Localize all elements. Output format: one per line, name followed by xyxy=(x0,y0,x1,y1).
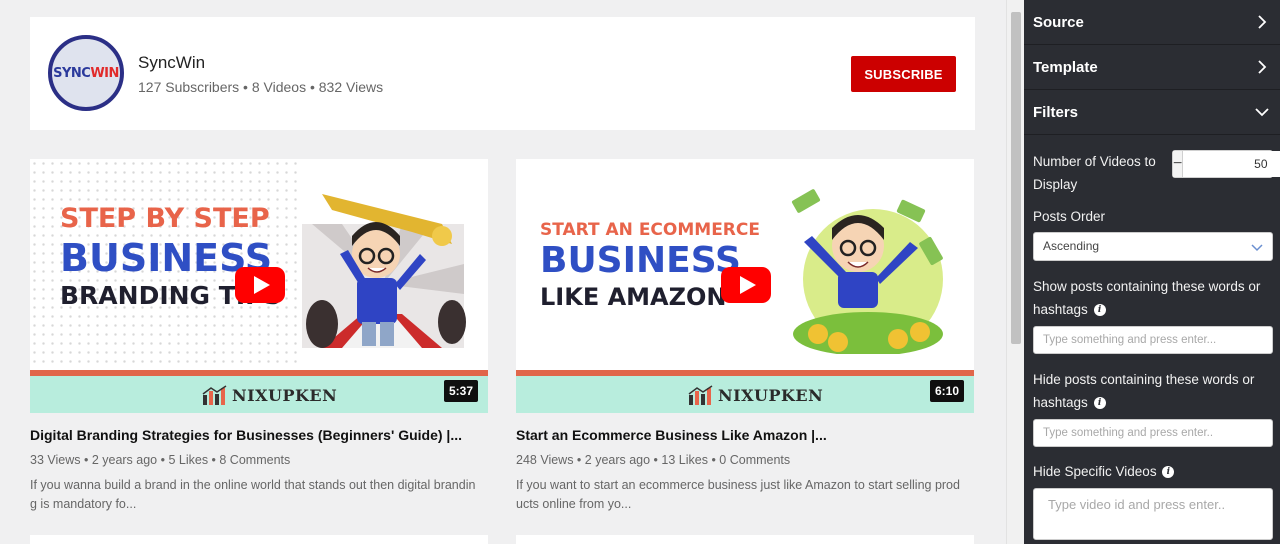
video-card[interactable]: STEP BY STEP BUSINESS BRANDING TIPS NIXU… xyxy=(30,159,488,511)
thumbnail-brand-text: NIXUPKEN xyxy=(232,385,338,405)
section-source[interactable]: Source xyxy=(1024,0,1280,45)
chevron-right-icon xyxy=(1258,60,1267,74)
section-source-label: Source xyxy=(1033,13,1084,31)
hide-videos-input[interactable] xyxy=(1033,488,1273,540)
thumbnail-line-1: STEP BY STEP xyxy=(60,203,270,234)
video-title[interactable]: Digital Branding Strategies for Business… xyxy=(30,427,462,443)
video-title[interactable]: Start an Ecommerce Business Like Amazon … xyxy=(516,427,827,443)
info-icon[interactable]: i xyxy=(1093,397,1106,410)
section-template-label: Template xyxy=(1033,58,1098,76)
hide-posts-label-text: Hide posts containing these words or has… xyxy=(1033,372,1255,410)
preview-scrollbar[interactable] xyxy=(1006,0,1024,544)
number-of-videos-input[interactable] xyxy=(1182,151,1280,177)
decrement-button[interactable]: − xyxy=(1173,151,1183,177)
subscribe-button[interactable]: SUBSCRIBE xyxy=(851,56,956,92)
chevron-down-icon xyxy=(1255,108,1269,117)
play-button[interactable] xyxy=(235,267,285,303)
video-meta: 33 Views • 2 years ago • 5 Likes • 8 Com… xyxy=(30,453,291,467)
posts-order-select[interactable]: Ascending xyxy=(1033,232,1273,261)
video-duration: 6:10 xyxy=(930,380,964,402)
play-icon xyxy=(740,276,756,294)
section-filters-label: Filters xyxy=(1033,103,1079,121)
info-icon[interactable]: i xyxy=(1162,466,1175,479)
chart-logo-icon xyxy=(202,385,227,405)
channel-logo: SYNCWIN xyxy=(53,66,119,81)
info-icon[interactable]: i xyxy=(1093,304,1106,317)
channel-avatar[interactable]: SYNCWIN xyxy=(48,35,124,111)
thumbnail-brand: NIXUPKEN xyxy=(202,385,337,405)
hide-videos-label-text: Hide Specific Videos xyxy=(1033,464,1157,479)
channel-stats: 127 Subscribers • 8 Videos • 832 Views xyxy=(138,79,384,95)
video-card[interactable]: START AN ECOMMERCE BUSINESS LIKE AMAZON xyxy=(516,159,974,511)
thumbnail-brand-text: NIXUPKEN xyxy=(718,385,824,405)
video-description: If you wanna build a brand in the online… xyxy=(30,478,476,511)
section-template[interactable]: Template xyxy=(1024,45,1280,90)
video-card-partial[interactable] xyxy=(30,535,488,544)
video-thumbnail[interactable]: STEP BY STEP BUSINESS BRANDING TIPS NIXU… xyxy=(30,159,488,413)
number-of-videos-stepper[interactable]: − + xyxy=(1172,150,1280,178)
posts-order-label: Posts Order xyxy=(1033,209,1106,224)
video-duration: 5:37 xyxy=(444,380,478,402)
character-money-illustration xyxy=(791,189,943,354)
thumbnail-line-1: START AN ECOMMERCE xyxy=(540,220,760,240)
settings-sidebar: Source Template Filters Number of Videos… xyxy=(1024,0,1280,544)
thumbnail-line-3: LIKE AMAZON xyxy=(540,283,727,311)
video-description: If you want to start an ecommerce busine… xyxy=(516,478,960,511)
show-posts-input[interactable] xyxy=(1033,326,1273,354)
hide-videos-label: Hide Specific Videos i xyxy=(1033,460,1175,483)
chevron-down-icon xyxy=(1251,244,1263,252)
channel-name[interactable]: SyncWin xyxy=(138,53,205,73)
play-icon xyxy=(254,276,270,294)
hide-posts-input[interactable] xyxy=(1033,419,1273,447)
logo-text-blue: SYNC xyxy=(53,65,91,81)
thumbnail-brand: NIXUPKEN xyxy=(688,385,823,405)
channel-header: SYNCWIN SyncWin 127 Subscribers • 8 Vide… xyxy=(30,17,975,130)
chevron-right-icon xyxy=(1258,15,1267,29)
section-filters[interactable]: Filters xyxy=(1024,90,1280,135)
hide-posts-label: Hide posts containing these words or has… xyxy=(1033,368,1273,414)
show-posts-label-text: Show posts containing these words or has… xyxy=(1033,279,1261,317)
logo-text-red: WIN xyxy=(90,65,119,81)
scrollbar-thumb[interactable] xyxy=(1011,12,1021,344)
posts-order-value: Ascending xyxy=(1043,239,1100,253)
video-card-partial[interactable] xyxy=(516,535,974,544)
chart-logo-icon xyxy=(688,385,713,405)
video-thumbnail[interactable]: START AN ECOMMERCE BUSINESS LIKE AMAZON xyxy=(516,159,974,413)
feed-preview: SYNCWIN SyncWin 127 Subscribers • 8 Vide… xyxy=(0,0,1006,544)
character-trophy-illustration xyxy=(302,194,466,348)
play-button[interactable] xyxy=(721,267,771,303)
number-of-videos-label: Number of Videos to Display xyxy=(1033,154,1156,192)
show-posts-label: Show posts containing these words or has… xyxy=(1033,275,1273,321)
video-meta: 248 Views • 2 years ago • 13 Likes • 0 C… xyxy=(516,453,791,467)
thumbnail-line-2: BUSINESS xyxy=(540,240,741,281)
